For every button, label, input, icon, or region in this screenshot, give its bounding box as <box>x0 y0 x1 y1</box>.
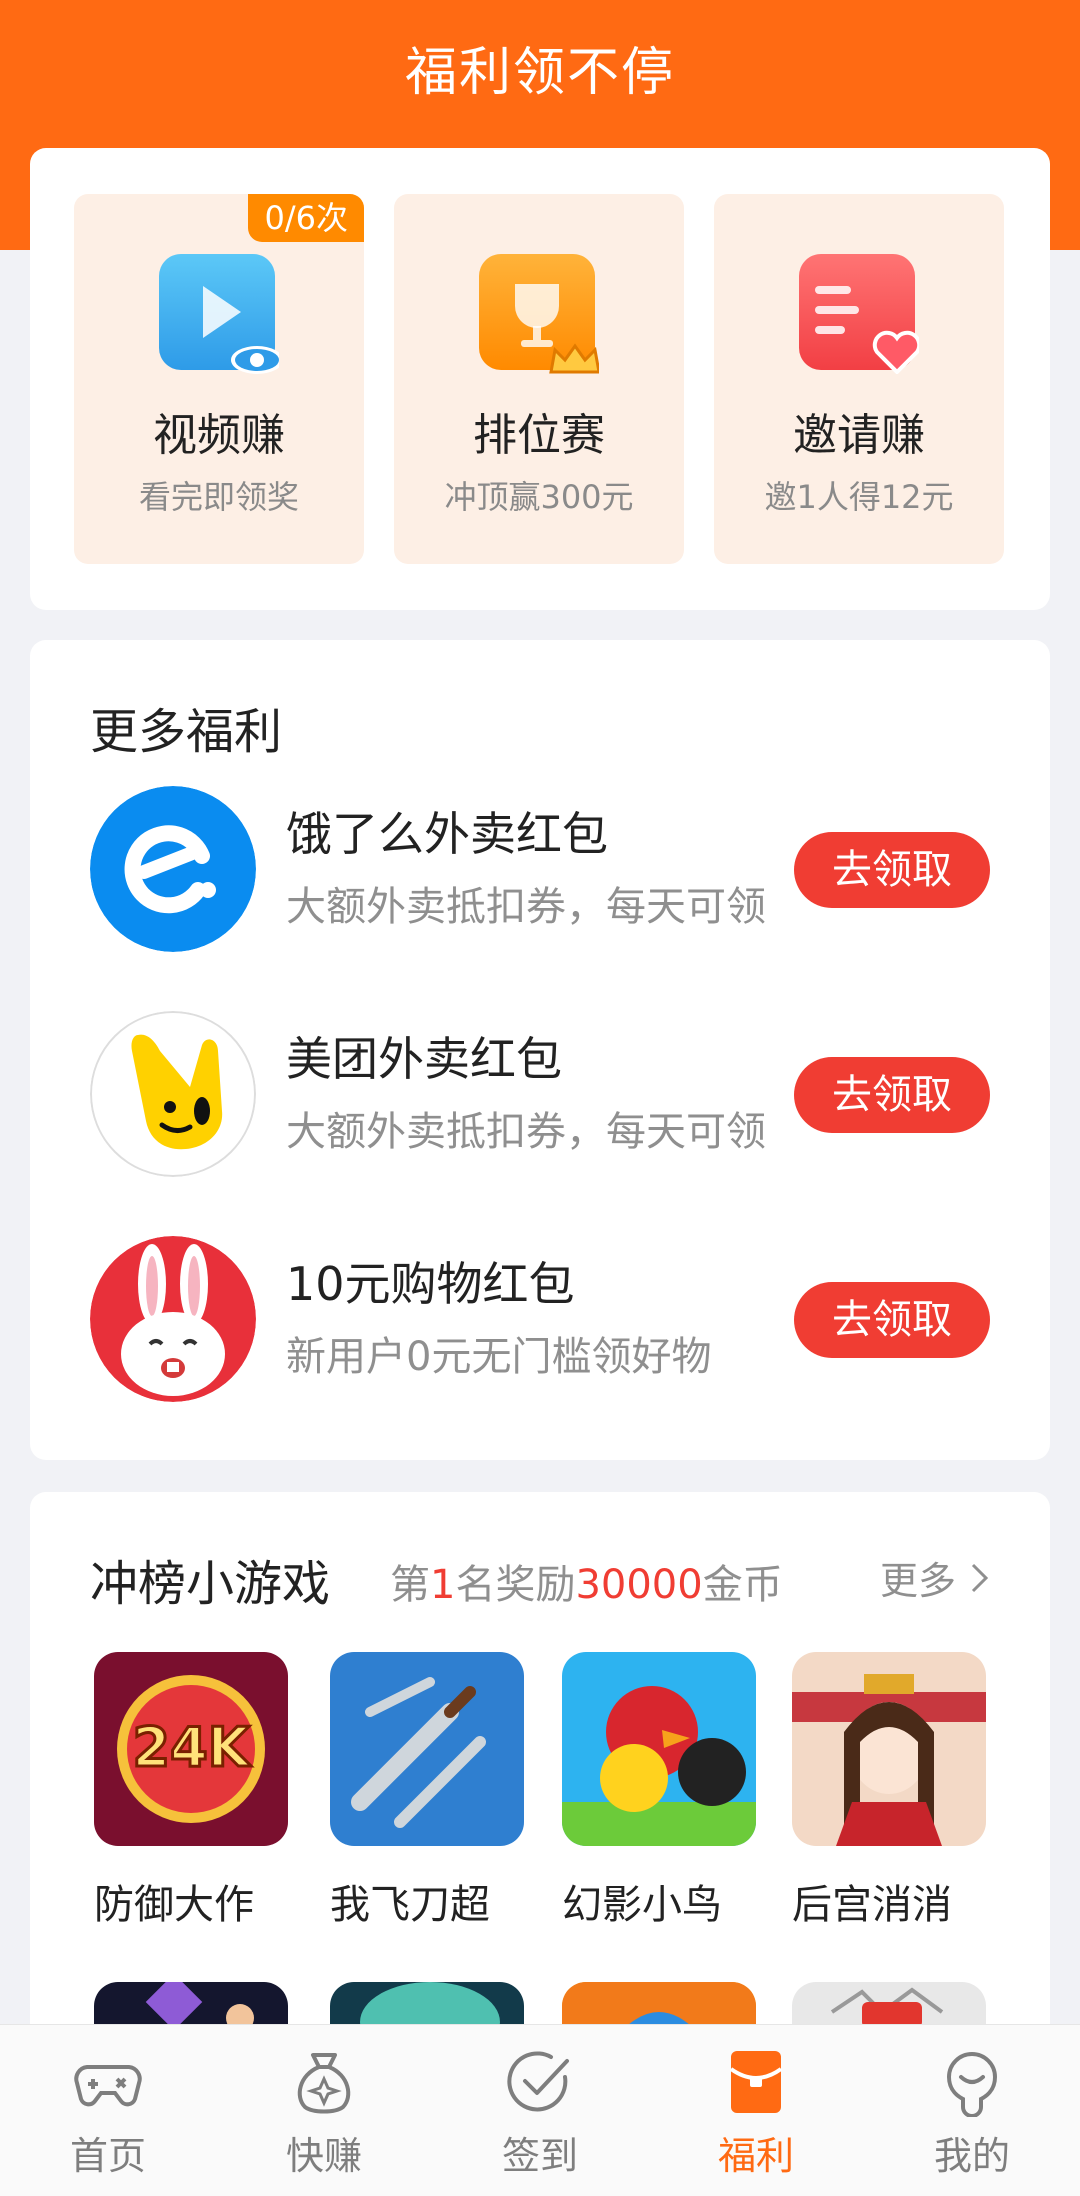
check-circle-icon <box>507 2051 569 2112</box>
welfare-name: 饿了么外卖红包 <box>286 807 608 861</box>
claim-button[interactable]: 去领取 <box>794 1282 990 1358</box>
nav-quick-earn[interactable]: 快赚 <box>216 2025 432 2196</box>
invite-list-icon <box>799 254 919 374</box>
welfare-name: 美团外卖红包 <box>286 1032 562 1086</box>
task-title: 排位赛 <box>473 410 605 461</box>
task-invite[interactable]: 邀请赚 邀1人得12元 <box>714 194 1004 564</box>
welfare-name: 10元购物红包 <box>286 1257 575 1311</box>
bottom-navigation: 首页 快赚 签到 福利 我的 <box>0 2024 1080 2196</box>
more-label: 更多 <box>879 1559 956 1603</box>
game-name: 我飞刀超 <box>330 1882 490 1928</box>
red-envelope-icon <box>729 2051 783 2113</box>
nav-welfare[interactable]: 福利 <box>648 2025 864 2196</box>
trophy-icon <box>479 254 599 374</box>
nav-label: 签到 <box>501 2134 578 2178</box>
task-subtitle: 邀1人得12元 <box>764 478 954 516</box>
task-subtitle: 看完即领奖 <box>138 478 299 516</box>
task-subtitle: 冲顶赢300元 <box>444 478 634 516</box>
meituan-logo-icon <box>90 1011 256 1177</box>
game-24k-icon: 24K <box>94 1652 288 1846</box>
welfare-item-eleme[interactable]: 饿了么外卖红包 大额外卖抵扣券，每天可领 去领取 <box>30 786 1050 956</box>
page-title: 福利领不停 <box>404 43 675 103</box>
task-card: 0/6次 视频赚 看完即领奖 排位赛 冲顶赢300元 邀请赚 邀1人得12元 <box>30 148 1050 610</box>
welfare-desc: 新用户0元无门槛领好物 <box>286 1334 712 1380</box>
nav-label: 首页 <box>69 2134 146 2178</box>
gamepad-icon <box>74 2065 142 2107</box>
game-name: 幻影小鸟 <box>562 1882 722 1928</box>
task-title: 视频赚 <box>153 410 285 461</box>
welfare-desc: 大额外卖抵扣券，每天可领 <box>286 884 766 930</box>
game-item[interactable]: 后宫消消 <box>792 1652 986 1930</box>
task-video[interactable]: 0/6次 视频赚 看完即领奖 <box>74 194 364 564</box>
profile-icon <box>946 2052 998 2117</box>
rabbit-logo-icon <box>90 1236 256 1402</box>
game-palace-icon <box>792 1652 986 1846</box>
claim-button[interactable]: 去领取 <box>794 1057 990 1133</box>
nav-label: 福利 <box>717 2134 794 2178</box>
welfare-item-meituan[interactable]: 美团外卖红包 大额外卖抵扣券，每天可领 去领取 <box>30 1011 1050 1181</box>
task-count-badge: 0/6次 <box>248 194 364 242</box>
video-play-icon <box>159 254 279 374</box>
game-birds-icon <box>562 1652 756 1846</box>
game-item[interactable]: 幻影小鸟 <box>562 1652 756 1930</box>
game-item[interactable]: 我飞刀超 <box>330 1652 524 1930</box>
svg-text:24K: 24K <box>133 1716 252 1779</box>
game-name: 防御大作 <box>94 1882 254 1928</box>
nav-checkin[interactable]: 签到 <box>432 2025 648 2196</box>
game-item[interactable]: 24K 防御大作 <box>94 1652 288 1930</box>
section-title: 更多福利 <box>90 704 283 760</box>
task-ranking[interactable]: 排位赛 冲顶赢300元 <box>394 194 684 564</box>
welfare-desc: 大额外卖抵扣券，每天可领 <box>286 1109 766 1155</box>
more-welfare-card: 更多福利 饿了么外卖红包 大额外卖抵扣券，每天可领 去领取 美团外卖红包 大额外… <box>30 640 1050 1460</box>
games-reward-text: 第1名奖励30000金币 <box>390 1562 783 1608</box>
nav-label: 我的 <box>933 2134 1010 2178</box>
welfare-item-shopping[interactable]: 10元购物红包 新用户0元无门槛领好物 去领取 <box>30 1236 1050 1406</box>
games-more-link[interactable]: 更多 <box>880 1550 990 1605</box>
nav-profile[interactable]: 我的 <box>864 2025 1080 2196</box>
claim-button[interactable]: 去领取 <box>794 832 990 908</box>
game-name: 后宫消消 <box>792 1882 952 1928</box>
chevron-right-icon <box>971 1563 989 1592</box>
money-bag-icon <box>297 2053 351 2114</box>
task-title: 邀请赚 <box>793 410 925 461</box>
game-knives-icon <box>330 1652 524 1846</box>
nav-home[interactable]: 首页 <box>0 2025 216 2196</box>
eleme-logo-icon <box>90 786 256 952</box>
nav-label: 快赚 <box>285 2134 362 2178</box>
section-title: 冲榜小游戏 <box>90 1556 331 1612</box>
welfare-page: 福利领不停 0/6次 视频赚 看完即领奖 排位赛 冲顶赢300元 邀请赚 邀1人… <box>0 0 1080 2196</box>
